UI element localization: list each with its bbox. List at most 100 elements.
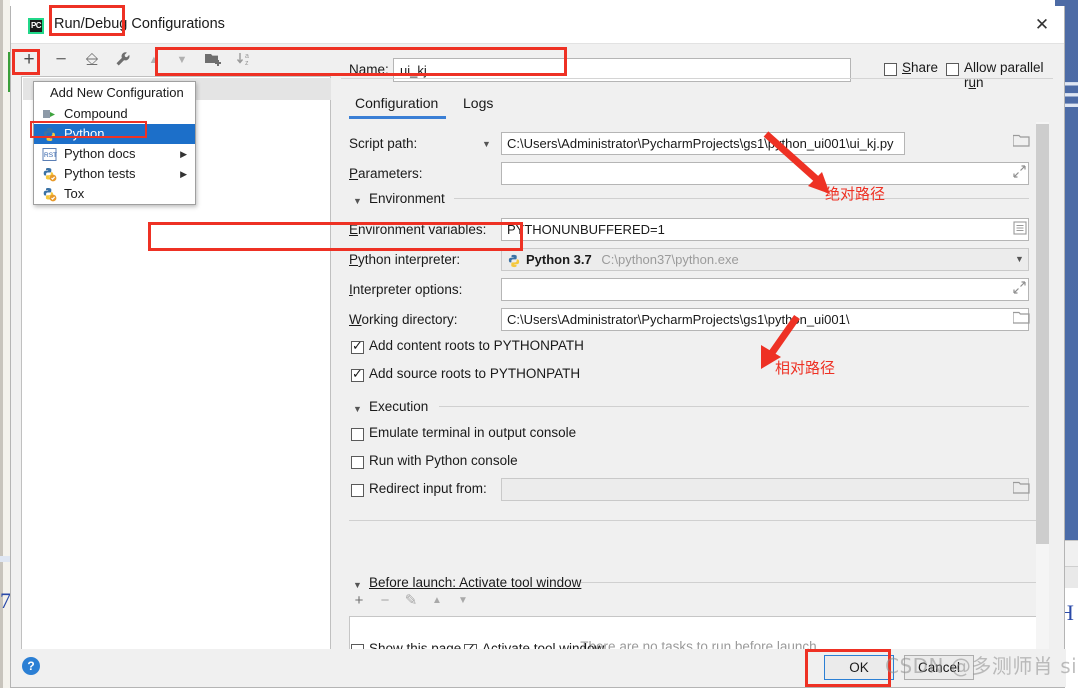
share-checkbox[interactable] — [884, 63, 897, 76]
editor-tabs: Configuration Logs — [341, 90, 1053, 119]
menu-item-python-tests[interactable]: Python tests ▶ — [34, 164, 195, 184]
dialog-titlebar: PC Run/Debug Configurations ✕ — [11, 6, 1064, 44]
chevron-down-icon[interactable]: ▼ — [1015, 254, 1024, 264]
redirect-input-checkbox[interactable] — [351, 484, 364, 497]
section-divider — [581, 582, 1046, 583]
browse-folder-icon[interactable] — [1012, 134, 1030, 151]
copy-configuration-button[interactable]: ⎒ — [80, 48, 104, 72]
ok-button[interactable]: OK — [824, 655, 894, 680]
folder-plus-icon[interactable] — [201, 48, 225, 72]
environment-variables-input[interactable]: PYTHONUNBUFFERED=1 — [501, 218, 1029, 241]
sort-az-icon[interactable]: a z — [233, 48, 257, 72]
menu-item-label: Compound — [64, 106, 128, 121]
emulate-terminal-checkbox[interactable] — [351, 428, 364, 441]
name-label: Name: — [349, 62, 389, 77]
active-tab-indicator — [349, 116, 446, 119]
vertical-scrollbar-thumb[interactable] — [1036, 124, 1049, 544]
add-source-roots-checkbox[interactable] — [351, 366, 364, 382]
remove-task-button[interactable]: − — [375, 590, 395, 612]
remove-configuration-button[interactable]: − — [49, 48, 73, 72]
add-content-roots-checkbox[interactable] — [351, 338, 364, 354]
working-directory-label: Working directory: — [349, 312, 458, 327]
allow-parallel-run-checkbox[interactable] — [946, 63, 959, 76]
browse-folder-icon[interactable] — [1012, 311, 1030, 328]
menu-item-python-docs[interactable]: RST Python docs ▶ — [34, 144, 195, 164]
environment-collapse-icon[interactable]: ▼ — [353, 196, 362, 206]
add-source-roots-label: Add source roots to PYTHONPATH — [369, 366, 581, 381]
wrench-icon[interactable] — [111, 48, 135, 72]
script-path-label: Script path: — [349, 136, 418, 151]
chevron-right-icon: ▶ — [180, 149, 187, 159]
python-interpreter-label: Python interpreter: — [349, 252, 461, 267]
tab-logs[interactable]: Logs — [463, 90, 493, 116]
background-strip — [0, 556, 10, 562]
interpreter-options-label: Interpreter options: — [349, 282, 463, 297]
run-debug-configurations-dialog: PC Run/Debug Configurations ✕ + − ⎒ ▲ ▼ — [10, 6, 1066, 688]
move-up-button[interactable]: ▲ — [142, 48, 166, 72]
python-interpreter-select[interactable]: Python 3.7 C:\python37\python.exe — [501, 248, 1029, 271]
pycharm-icon: PC — [28, 18, 44, 34]
share-label: Share — [902, 60, 939, 75]
tabs-divider — [341, 78, 1053, 79]
menu-item-python[interactable]: Python — [34, 124, 195, 144]
cancel-button[interactable]: Cancel — [904, 655, 974, 680]
configurations-toolbar: + − ⎒ ▲ ▼ a z — [11, 44, 331, 76]
allow-parallel-run-label: Allow parallel run — [964, 60, 1044, 90]
python-icon — [42, 127, 57, 142]
relative-path-annotation: 相对路径 — [775, 359, 836, 377]
edit-env-vars-icon[interactable] — [1013, 221, 1030, 238]
interpreter-options-input[interactable] — [501, 278, 1029, 301]
expand-icon[interactable] — [1013, 165, 1028, 180]
expand-icon[interactable] — [1013, 281, 1028, 296]
execution-group-bottom-line — [349, 520, 1046, 521]
svg-text:z: z — [245, 60, 249, 67]
question-mark-icon[interactable]: ? — [22, 657, 40, 675]
add-task-button[interactable]: + — [349, 590, 369, 612]
tox-icon — [42, 187, 57, 202]
python-tests-icon — [42, 167, 57, 182]
edit-task-button[interactable]: ✎ — [401, 590, 421, 612]
svg-text:RST: RST — [44, 152, 57, 159]
menu-item-label: Tox — [64, 186, 85, 201]
environment-variables-label: Environment variables: — [349, 222, 487, 237]
python-icon — [507, 253, 521, 268]
tab-configuration[interactable]: Configuration — [355, 90, 438, 116]
working-directory-input[interactable]: C:\Users\Administrator\PycharmProjects\g… — [501, 308, 1029, 331]
parameters-label: Parameters: — [349, 166, 423, 181]
dialog-footer: ? OK Cancel — [11, 649, 1066, 687]
browse-folder-icon[interactable] — [1012, 481, 1030, 498]
background-editor-gutter — [3, 0, 10, 688]
add-content-roots-label: Add content roots to PYTHONPATH — [369, 338, 584, 353]
task-move-down-button[interactable]: ▼ — [453, 590, 473, 612]
execution-section-header: Execution — [369, 399, 429, 414]
redirect-input-label: Redirect input from: — [369, 481, 487, 496]
environment-section-header: Environment — [369, 191, 445, 206]
menu-item-compound[interactable]: Compound — [34, 104, 195, 124]
menu-item-label: Python — [64, 126, 105, 141]
compound-icon — [42, 107, 57, 122]
parameters-input[interactable] — [501, 162, 1029, 185]
svg-text:a: a — [245, 53, 249, 60]
close-icon[interactable]: ✕ — [1030, 14, 1054, 36]
before-launch-toolbar: + − ✎ ▲ ▼ — [349, 590, 649, 614]
section-divider — [439, 406, 1029, 407]
task-move-up-button[interactable]: ▲ — [427, 590, 447, 612]
move-down-button[interactable]: ▼ — [170, 48, 194, 72]
execution-collapse-icon[interactable]: ▼ — [353, 404, 362, 414]
before-launch-section-header: Before launch: Activate tool window — [369, 575, 582, 590]
menu-item-label: Python docs — [64, 146, 136, 161]
absolute-path-annotation: 绝对路径 — [825, 185, 886, 203]
script-path-input[interactable]: C:\Users\Administrator\PycharmProjects\g… — [501, 132, 905, 155]
add-configuration-button[interactable]: + — [17, 48, 41, 72]
run-with-python-console-label: Run with Python console — [369, 453, 518, 468]
rst-icon: RST — [42, 147, 57, 162]
python-interpreter-path: C:\python37\python.exe — [601, 252, 739, 267]
before-launch-collapse-icon[interactable]: ▼ — [353, 580, 362, 590]
menu-item-tox[interactable]: Tox — [34, 184, 195, 204]
add-new-configuration-menu: Add New Configuration Compound Python RS… — [33, 81, 196, 205]
redirect-input-field[interactable] — [501, 478, 1029, 501]
python-interpreter-value: Python 3.7 — [526, 252, 592, 267]
chevron-down-icon[interactable]: ▼ — [482, 139, 491, 149]
configuration-editor-panel: Name: Share Allow parallel run Configura… — [341, 50, 1053, 680]
run-with-python-console-checkbox[interactable] — [351, 456, 364, 469]
